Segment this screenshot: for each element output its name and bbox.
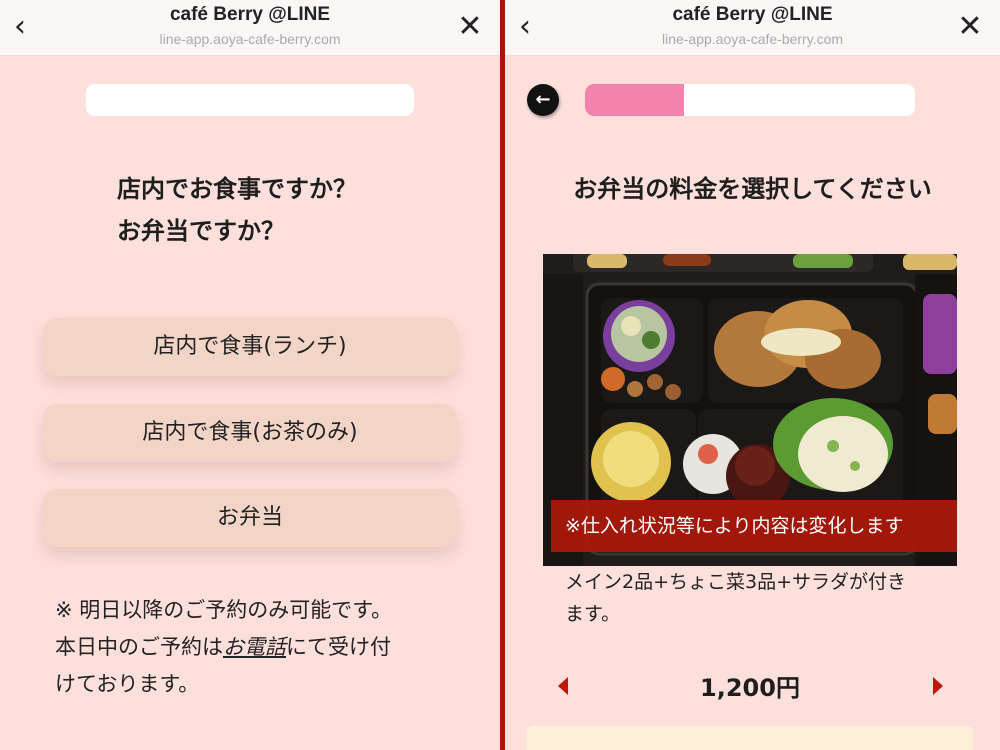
browser-titlebar: ‹ café Berry @LINE line-app.aoya-cafe-be… xyxy=(0,0,500,56)
left-screen: ‹ café Berry @LINE line-app.aoya-cafe-be… xyxy=(0,0,500,750)
triangle-left-icon[interactable] xyxy=(555,675,571,697)
page-title: café Berry @LINE xyxy=(672,4,833,25)
phone-link[interactable]: お電話 xyxy=(223,635,286,659)
price-value: 1,200円 xyxy=(700,674,800,702)
description-line-1: メイン2品+ちょこ菜3品+サラダが付き xyxy=(565,571,907,593)
note-line-2-pre: 本日中のご予約は xyxy=(55,635,223,659)
page-url: line-app.aoya-cafe-berry.com xyxy=(661,31,844,47)
question-line-2: お弁当ですか？ xyxy=(117,217,285,245)
progress-fill xyxy=(585,84,684,116)
price-heading: お弁当の料金を選択してください xyxy=(573,175,932,203)
note-line-1: ※ 明日以降のご予約のみ可能です。 xyxy=(55,598,393,622)
note-line-2: 本日中のご予約はお電話にて受け付 xyxy=(55,629,455,666)
choice-dine-in-tea-button[interactable]: 店内で食事(お茶のみ) xyxy=(43,404,457,462)
close-icon[interactable]: ✕ xyxy=(956,10,984,44)
reservation-note: ※ 明日以降のご予約のみ可能です。 本日中のご予約はお電話にて受け付 けておりま… xyxy=(55,592,455,703)
choice-dine-in-lunch-button[interactable]: 店内で食事(ランチ) xyxy=(43,318,457,376)
question-heading: 店内でお食事ですか？ お弁当ですか？ xyxy=(117,168,357,252)
photo-caption-banner: ※仕入れ状況等により内容は変化します xyxy=(551,500,957,552)
question-line-1: 店内でお食事ですか？ xyxy=(117,175,357,203)
arrow-left-circle-icon[interactable]: ← xyxy=(527,84,559,116)
note-line-3: けております。 xyxy=(55,672,200,696)
triangle-right-icon[interactable] xyxy=(930,675,946,697)
progress-bar xyxy=(86,84,414,116)
page-url: line-app.aoya-cafe-berry.com xyxy=(159,31,341,47)
progress-bar xyxy=(585,84,915,116)
bento-photo: ※仕入れ状況等により内容は変化します xyxy=(543,254,957,566)
description-line-2: ます。 xyxy=(565,603,621,625)
close-icon[interactable]: ✕ xyxy=(456,10,484,44)
choice-bento-button[interactable]: お弁当 xyxy=(43,489,457,547)
page-title: café Berry @LINE xyxy=(169,4,331,25)
note-line-2-post: にて受け付 xyxy=(286,635,391,659)
browser-titlebar: ‹ café Berry @LINE line-app.aoya-cafe-be… xyxy=(505,0,1000,56)
bento-description: メイン2品+ちょこ菜3品+サラダが付き ます。 xyxy=(565,566,960,630)
next-section-strip xyxy=(527,726,973,750)
screen: ‹ café Berry @LINE line-app.aoya-cafe-be… xyxy=(0,0,1000,750)
